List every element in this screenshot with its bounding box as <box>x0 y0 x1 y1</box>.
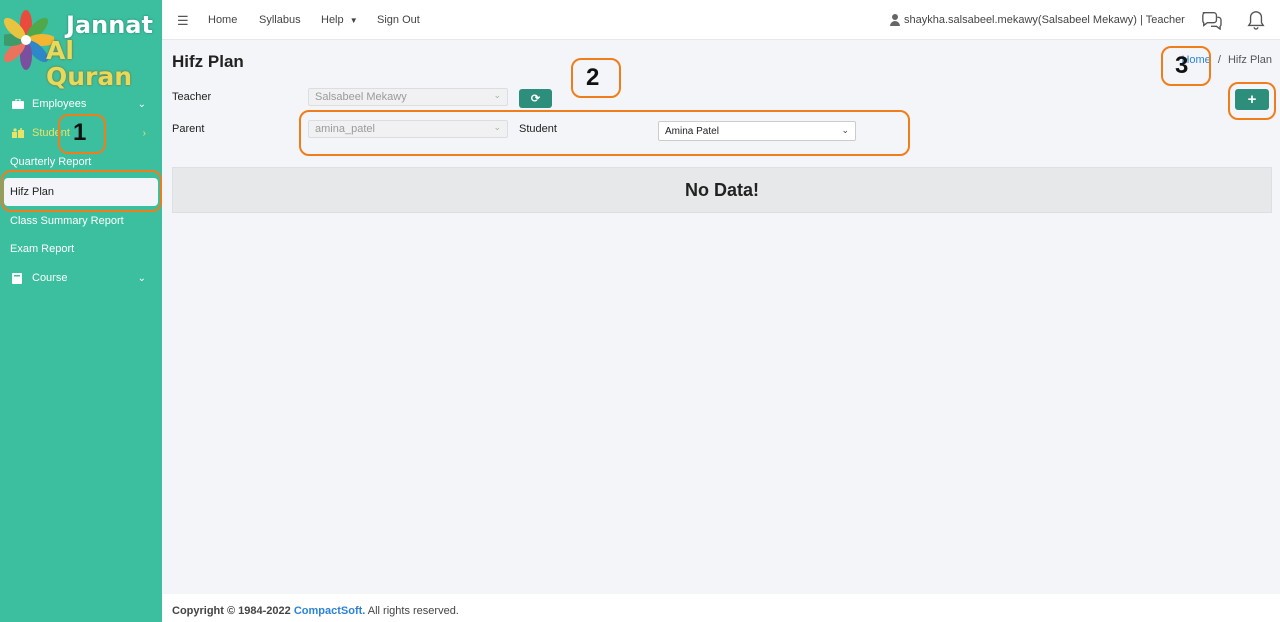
chevron-down-icon: ⌄ <box>137 272 146 284</box>
sidebar-item-label: Course <box>32 272 68 284</box>
annotation-number-1: 1 <box>73 119 87 146</box>
sidebar-item-label: Exam Report <box>10 243 75 255</box>
nav-home-link[interactable]: Home <box>208 14 237 26</box>
user-icon <box>890 14 900 26</box>
teacher-select-value: Salsabeel Mekawy <box>315 91 407 103</box>
parent-label: Parent <box>172 123 205 135</box>
refresh-button[interactable]: ⟳ <box>519 89 552 108</box>
top-navbar: ☰ Home Syllabus Help ▼ Sign Out shaykha.… <box>162 0 1280 40</box>
sidebar-item-label: Class Summary Report <box>10 215 124 227</box>
chevron-down-icon: ⌄ <box>137 98 146 110</box>
sidebar-item-label: Quarterly Report <box>10 156 92 168</box>
sidebar-item-course[interactable]: Course ⌄ <box>0 264 162 292</box>
annotation-number-3: 3 <box>1175 52 1189 79</box>
nav-help-label: Help <box>321 14 344 26</box>
logo-line2: Al Quran <box>46 36 133 91</box>
annotation-highlight-add-button <box>1228 82 1276 120</box>
footer-rights: All rights reserved. <box>365 605 459 617</box>
annotation-number-2: 2 <box>586 64 600 91</box>
annotation-highlight-hifz-plan <box>1 170 162 212</box>
refresh-icon: ⟳ <box>530 93 541 105</box>
chevron-right-icon: › <box>142 127 146 139</box>
sidebar: Jannat Al Quran Employees ⌄ Student › Qu… <box>0 0 162 622</box>
sidebar-item-label: Employees <box>32 98 87 110</box>
user-info[interactable]: shaykha.salsabeel.mekawy(Salsabeel Mekaw… <box>890 14 1185 26</box>
caret-down-icon: ▼ <box>349 16 358 25</box>
nav-help-dropdown[interactable]: Help ▼ <box>321 14 358 26</box>
students-icon <box>12 128 24 138</box>
app-logo[interactable]: Jannat Al Quran <box>4 4 154 90</box>
empty-state-message: No Data! <box>172 167 1272 213</box>
hamburger-menu-icon[interactable]: ☰ <box>177 13 189 29</box>
bell-icon[interactable] <box>1245 10 1267 30</box>
nav-sign-out-link[interactable]: Sign Out <box>377 14 420 26</box>
user-name: shaykha.salsabeel.mekawy(Salsabeel Mekaw… <box>904 14 1185 26</box>
footer: Copyright © 1984-2022 CompactSoft. All r… <box>162 594 1280 622</box>
logo-line1: Jannat <box>66 11 153 39</box>
sidebar-item-exam-report[interactable]: Exam Report <box>0 235 162 263</box>
breadcrumb-current: Hifz Plan <box>1227 54 1272 66</box>
chevron-down-icon: ⌄ <box>493 90 501 100</box>
nav-syllabus-link[interactable]: Syllabus <box>259 14 301 26</box>
breadcrumb-separator: / <box>1217 54 1221 66</box>
footer-brand-link[interactable]: CompactSoft. <box>294 605 366 617</box>
page-title: Hifz Plan <box>172 52 244 71</box>
chat-icon[interactable] <box>1200 10 1222 30</box>
teacher-select[interactable]: Salsabeel Mekawy ⌄ <box>308 88 508 106</box>
teacher-label: Teacher <box>172 91 212 103</box>
briefcase-icon <box>12 98 24 109</box>
annotation-highlight-filters <box>299 110 910 156</box>
footer-copyright: Copyright © 1984-2022 <box>172 605 294 617</box>
book-icon <box>12 273 24 284</box>
